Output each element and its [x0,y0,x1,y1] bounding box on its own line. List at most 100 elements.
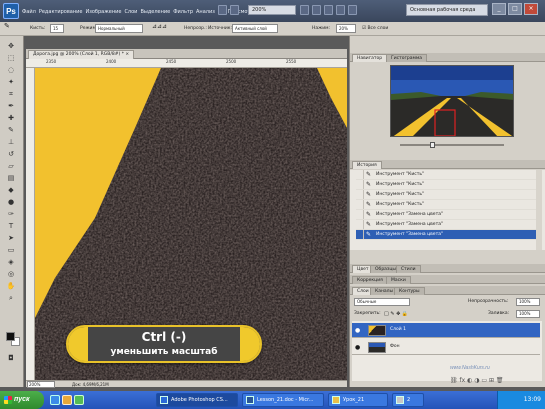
quick-mask-icon[interactable]: ◘ [4,354,18,363]
status-bar: 200% Док: 4,69M/6,21M [26,380,347,388]
clone-stamp-tool-icon[interactable]: ⊥ [4,138,18,147]
tab-styles[interactable]: Стили [396,265,421,273]
dodge-tool-icon[interactable]: ● [4,198,18,207]
hand-tool-panel-icon[interactable]: ✋ [4,282,18,291]
clock[interactable]: 13:09 [524,396,541,403]
brush-icon: ✎ [366,201,372,208]
lock-label: Закрепить: [354,311,381,316]
sampling-label: Источник: [208,26,232,31]
tab-history[interactable]: История [352,161,382,169]
layer-row-selected[interactable]: ● Слой 1 [352,323,540,338]
lasso-tool-icon[interactable]: ◌ [4,66,18,75]
flow-input[interactable]: 20% [336,24,356,33]
layer-opacity-input[interactable]: 100% [516,298,540,306]
brush-icon: ✎ [366,181,372,188]
3d-rotate-tool-icon[interactable]: ◈ [4,258,18,267]
tab-paths[interactable]: Контуры [394,287,425,295]
photoshop-logo-icon: Ps [3,3,19,19]
navigator-preview[interactable] [390,65,514,137]
history-scrollbar[interactable] [536,170,542,250]
tool-preset-icon[interactable]: ✎ [4,22,10,31]
foreground-color-swatch[interactable] [6,332,15,341]
taskbar-item-word[interactable]: Lesson_21.doc - Micr... [242,393,324,407]
healing-brush-tool-icon[interactable]: ✚ [4,114,18,123]
menu-filter[interactable]: Фильтр [173,6,193,18]
minimize-button[interactable]: _ [492,3,506,15]
menu-layers[interactable]: Слои [124,6,137,18]
sample-all-layers-checkbox[interactable]: ☑ Все слои [362,24,388,33]
status-zoom-field[interactable]: 200% [27,381,55,388]
sampling-continuous-icon[interactable]: ⊿⊿⊿ [152,22,167,31]
move-tool-icon[interactable]: ✥ [4,42,18,51]
maximize-button[interactable]: □ [508,3,522,15]
tab-histogram[interactable]: Гистограмма [386,54,428,62]
tab-navigator[interactable]: Навигатор [352,54,388,62]
brush-size-picker[interactable]: 15 [50,24,64,33]
menu-analysis[interactable]: Анализ [196,6,215,18]
crop-tool-icon[interactable]: ⌗ [4,90,18,99]
layers-tabs: Слои Каналы Контуры [350,286,545,295]
taskbar-item-photoshop[interactable]: Adobe Photoshop CS... [156,393,238,407]
quicklaunch-app-icon[interactable] [74,395,84,405]
launch-minibridge-icon[interactable] [230,5,239,15]
quick-select-tool-icon[interactable]: ✦ [4,78,18,87]
history-item[interactable]: ✎ Инструмент "Замена цвета" [356,220,536,230]
blend-mode-select[interactable]: Обычные [354,298,410,306]
photoshop-task-icon [160,396,168,404]
lock-icons[interactable]: □ ✎ ✥ 🔒 [384,310,408,318]
zoom-level-select[interactable]: 200% [248,5,296,15]
eye-icon[interactable]: ● [355,327,360,334]
menu-select[interactable]: Выделение [140,6,170,18]
history-item-selected[interactable]: ✎ Инструмент "Замена цвета" [356,230,536,240]
blur-tool-icon[interactable]: ◆ [4,186,18,195]
group-task-icon [396,396,404,404]
rotate-view-icon[interactable] [324,5,333,15]
workspace-switcher[interactable]: Основная рабочая среда [406,4,488,16]
eraser-tool-icon[interactable]: ▱ [4,162,18,171]
taskbar-item-group[interactable]: 2 [392,393,424,407]
layer-row[interactable]: ● Фон [352,340,540,355]
brush-label: Кисть: [30,26,46,31]
history-item[interactable]: ✎ Инструмент "Кисть" [356,190,536,200]
history-item[interactable]: ✎ Инструмент "Кисть" [356,180,536,190]
taskbar-item-folder[interactable]: Урок_21 [328,393,388,407]
history-brush-tool-icon[interactable]: ↺ [4,150,18,159]
pen-tool-icon[interactable]: ✑ [4,210,18,219]
eye-icon[interactable]: ● [355,344,360,351]
tab-adjustments[interactable]: Коррекция [352,276,388,284]
sampling-select[interactable]: Активный слой [232,24,278,33]
marquee-tool-icon[interactable]: ⬚ [4,54,18,63]
gradient-tool-icon[interactable]: ▤ [4,174,18,183]
launch-bridge-icon[interactable] [218,5,227,15]
start-button[interactable]: пуск [0,391,44,409]
menu-edit[interactable]: Редактирование [39,6,83,18]
quicklaunch-ie-icon[interactable] [50,395,60,405]
mode-select[interactable]: Нормальный [95,24,143,33]
shape-tool-icon[interactable]: ▭ [4,246,18,255]
zoom-tool-icon[interactable] [312,5,321,15]
overlay-right-cap [240,327,260,361]
layer-actions[interactable]: ⛓ fx ◐ ◑ ▭ ⊞ 🗑 [450,377,504,385]
fill-input[interactable]: 100% [516,310,540,318]
history-item[interactable]: ✎ Инструмент "Кисть" [356,170,536,180]
screen-mode-icon[interactable] [348,5,357,15]
ruler-mark: 2550 [286,59,297,64]
path-select-tool-icon[interactable]: ➤ [4,234,18,243]
document-tab[interactable]: Дорога.jpg @ 200% (Слой 1, RGB/8#) * × [28,50,135,59]
history-item[interactable]: ✎ Инструмент "Кисть" [356,200,536,210]
type-tool-icon[interactable]: T [4,222,18,231]
arrange-documents-icon[interactable] [336,5,345,15]
hand-tool-icon[interactable] [300,5,309,15]
eyedropper-tool-icon[interactable]: ✒ [4,102,18,111]
close-button[interactable]: × [524,3,538,15]
close-document-icon[interactable]: × [125,52,129,57]
menu-image[interactable]: Изображение [85,6,121,18]
navigator-zoom-slider[interactable] [390,142,514,148]
tab-masks[interactable]: Маски [386,276,411,284]
quicklaunch-folder-icon[interactable] [62,395,72,405]
3d-camera-tool-icon[interactable]: ◎ [4,270,18,279]
history-item[interactable]: ✎ Инструмент "Замена цвета" [356,210,536,220]
menu-file[interactable]: Файл [22,6,36,18]
zoom-tool-panel-icon[interactable]: ⌕ [4,294,18,303]
brush-tool-icon[interactable]: ✎ [4,126,18,135]
